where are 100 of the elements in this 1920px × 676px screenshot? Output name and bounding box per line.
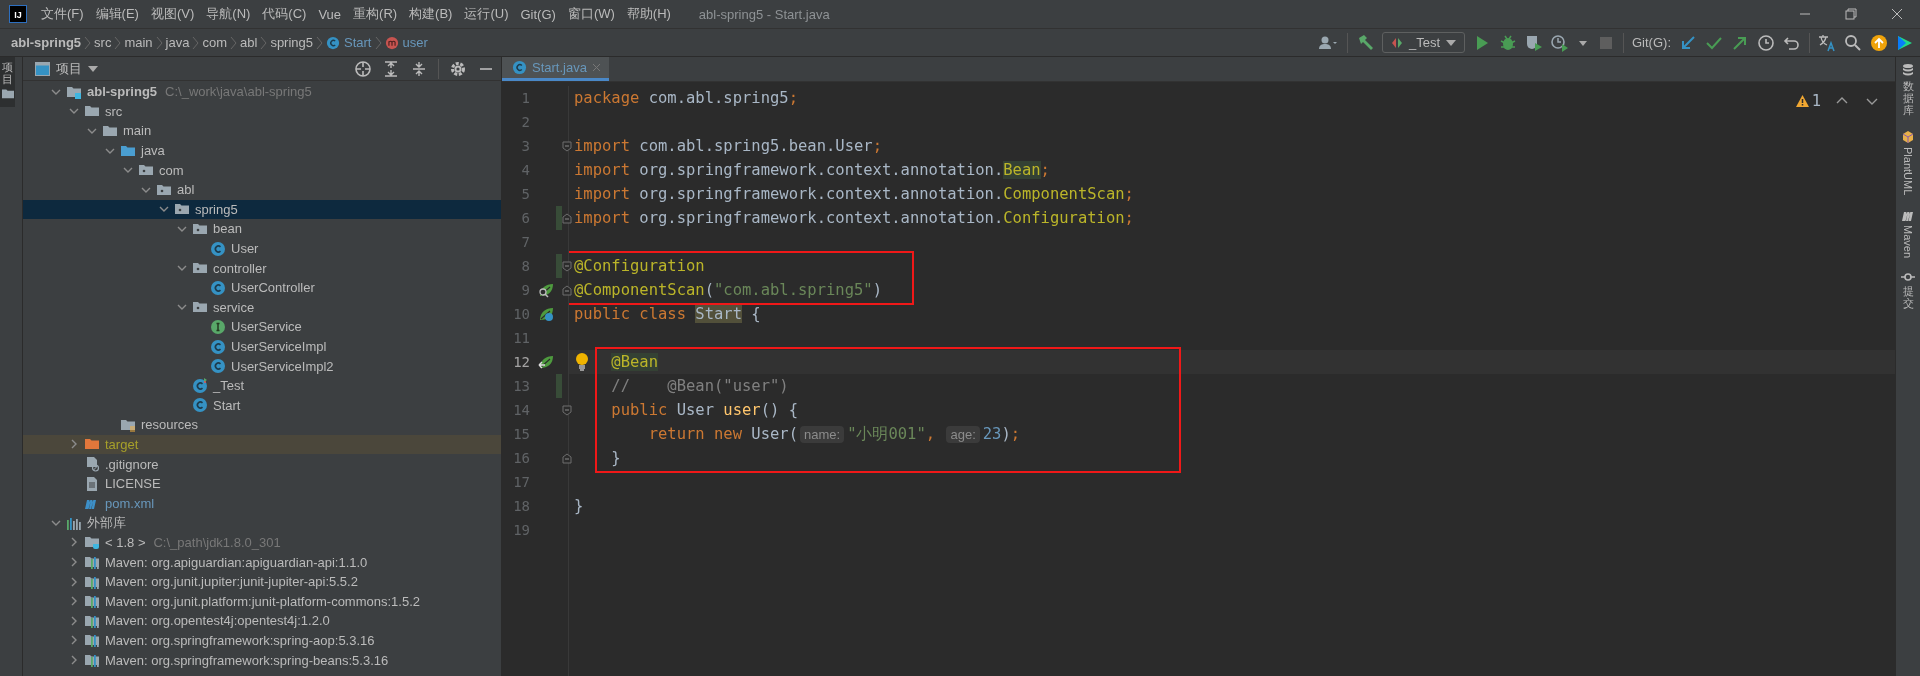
menu-item[interactable]: Vue — [312, 2, 348, 26]
tree-item[interactable]: Maven: org.springframework:spring-aop:5.3.16 — [23, 630, 501, 651]
breadcrumb[interactable]: abl — [237, 35, 261, 50]
tree-item[interactable]: bean — [23, 219, 501, 239]
tree-item[interactable]: < 1.8 > C:\_path\jdk1.8.0_301 — [23, 532, 501, 553]
breadcrumb[interactable]: user — [381, 35, 431, 50]
lightbulb-icon[interactable] — [575, 352, 589, 372]
tree-item[interactable]: main — [23, 121, 501, 141]
fold-icon[interactable] — [562, 141, 572, 152]
tree-item[interactable]: Maven: org.junit.jupiter:junit-jupiter-api:5.5.2 — [23, 571, 501, 592]
menu-item[interactable]: Git(G) — [514, 2, 562, 26]
breadcrumb[interactable]: src — [91, 35, 115, 50]
tree-item[interactable]: UserController — [23, 277, 501, 298]
window-icon — [35, 61, 50, 76]
warning-count[interactable]: 1 — [1795, 92, 1821, 110]
menu-item[interactable]: 代码(C) — [256, 1, 313, 27]
tree-item[interactable]: spring5 — [23, 199, 501, 220]
tool-window-tab[interactable]: 数据库 — [1902, 63, 1914, 117]
tree-item[interactable]: UserServiceImpl — [23, 336, 501, 357]
chevron-right-icon[interactable] — [69, 537, 79, 548]
tree-item[interactable]: UserService — [23, 317, 501, 337]
tree-item[interactable]: Start — [23, 395, 501, 416]
chevron-right-icon[interactable] — [69, 557, 79, 568]
caret-icon[interactable] — [88, 65, 98, 72]
tree-item[interactable]: service — [23, 297, 501, 318]
menu-item[interactable]: 构建(B) — [403, 1, 459, 27]
breadcrumb[interactable]: main — [121, 35, 156, 50]
bean-icon[interactable] — [538, 282, 554, 298]
fold-icon[interactable] — [562, 453, 572, 464]
tree-item[interactable]: .gitignore — [23, 454, 501, 474]
breadcrumb[interactable]: spring5 — [267, 35, 317, 50]
crosshair-icon[interactable] — [354, 59, 372, 78]
tree-item[interactable]: pom.xml — [23, 493, 501, 514]
tree-item[interactable]: abl — [23, 179, 501, 200]
upload-icon[interactable] — [1870, 33, 1888, 52]
chevron-right-icon[interactable] — [69, 439, 79, 450]
coverage-icon[interactable] — [1525, 33, 1543, 52]
folder-icon — [102, 123, 118, 139]
chevron-right-icon[interactable] — [69, 615, 79, 626]
menu-item[interactable]: 文件(F) — [35, 1, 90, 27]
tree-item[interactable]: target — [23, 434, 501, 455]
tree-item[interactable]: _Test — [23, 375, 501, 396]
menu-item[interactable]: 重构(R) — [347, 1, 404, 27]
tree-item[interactable]: Maven: org.springframework:spring-beans:5.3.16 — [23, 650, 501, 670]
run-config-dropdown[interactable]: _Test — [1381, 32, 1465, 53]
profile-icon[interactable] — [1551, 33, 1569, 52]
parameter-hint: age: — [946, 426, 980, 443]
line-number: 12 — [512, 354, 530, 370]
tree-item[interactable]: Maven: org.opentest4j:opentest4j:1.2.0 — [23, 611, 501, 631]
update-icon[interactable] — [1679, 33, 1697, 52]
close-icon[interactable] — [591, 63, 601, 72]
tree-item[interactable]: LICENSE — [23, 473, 501, 494]
panel-title[interactable]: 项目 — [56, 59, 82, 78]
fold-icon[interactable] — [562, 213, 572, 224]
chevron-right-icon[interactable] — [69, 655, 79, 665]
tree-item[interactable]: src — [23, 101, 501, 122]
tool-window-tab[interactable]: 提交 — [1901, 271, 1915, 309]
collapse-all-icon[interactable] — [410, 59, 428, 78]
breadcrumb[interactable]: Start — [323, 35, 375, 50]
tree-item[interactable]: controller — [23, 258, 501, 278]
history-icon[interactable] — [1757, 33, 1775, 52]
tree-item[interactable]: 外部库 — [23, 513, 501, 533]
menu-item[interactable]: 导航(N) — [200, 1, 257, 27]
breadcrumb[interactable]: abl-spring5 — [8, 35, 85, 50]
bug-icon[interactable] — [1499, 33, 1517, 52]
fold-icon[interactable] — [562, 261, 572, 272]
chevron-right-icon[interactable] — [69, 596, 79, 607]
menu-item[interactable]: 帮助(H) — [620, 1, 677, 27]
plugin-icon[interactable] — [1896, 33, 1914, 52]
chevron-right-icon[interactable] — [69, 635, 79, 646]
tool-window-tab[interactable]: PlantUML — [1902, 130, 1914, 196]
menu-item[interactable]: 窗口(W) — [561, 1, 621, 27]
search-icon[interactable] — [1844, 33, 1862, 52]
tree-item[interactable]: com — [23, 160, 501, 180]
tree-item[interactable]: java — [23, 140, 501, 161]
tree-item[interactable]: abl-spring5 C:\_work\java\abl-spring5 — [23, 82, 501, 102]
class-icon — [210, 240, 226, 257]
fold-icon[interactable] — [562, 285, 572, 296]
translate-icon[interactable] — [1818, 33, 1836, 52]
tree-item[interactable]: UserServiceImpl2 — [23, 356, 501, 376]
code-line: @Configuration — [574, 256, 705, 277]
settings-icon[interactable] — [449, 59, 467, 78]
tool-window-tab[interactable]: 项目 — [0, 57, 15, 108]
line-number: 14 — [512, 402, 530, 418]
tree-item[interactable]: resources — [23, 415, 501, 435]
menu-item[interactable]: 运行(U) — [458, 1, 515, 27]
chevron-down-icon[interactable] — [87, 126, 97, 136]
breadcrumb[interactable]: java — [162, 35, 193, 50]
fold-icon[interactable] — [562, 405, 572, 416]
breadcrumb[interactable]: com — [199, 35, 231, 50]
tree-item[interactable]: Maven: org.junit.platform:junit-platform-commons:1.5.2 — [23, 591, 501, 612]
tree-item[interactable]: User — [23, 238, 501, 259]
tool-window-tab[interactable]: Maven — [1901, 209, 1915, 258]
tree-item[interactable]: Maven: org.apiguardian:apiguardian-api:1.1.0 — [23, 552, 501, 572]
menu-item[interactable]: 编辑(E) — [89, 1, 145, 27]
menu-item[interactable]: 视图(V) — [144, 1, 201, 27]
expand-all-icon[interactable] — [382, 59, 400, 78]
library-icon — [84, 652, 100, 668]
bean-icon[interactable] — [538, 354, 554, 370]
chevron-right-icon[interactable] — [69, 576, 79, 587]
